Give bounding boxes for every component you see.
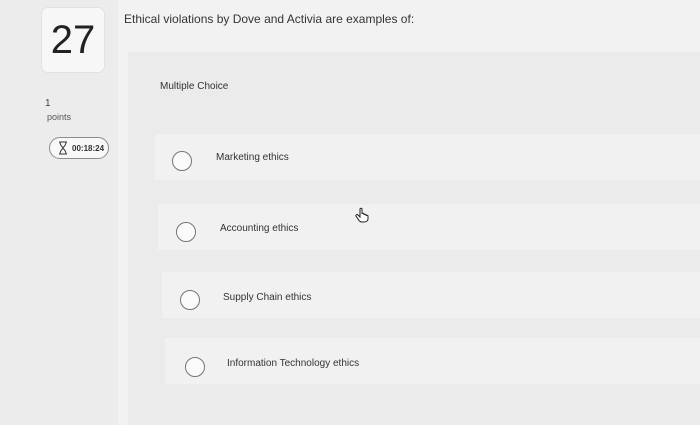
- question-number: 27: [42, 8, 104, 72]
- choice-option[interactable]: Information Technology ethics: [165, 338, 700, 384]
- hourglass-icon: [58, 141, 68, 155]
- choice-option[interactable]: Marketing ethics: [155, 134, 700, 180]
- timer-text: 00:18:24: [72, 143, 105, 153]
- question-type-label: Multiple Choice: [160, 81, 229, 92]
- hand-pointer-icon: [354, 207, 370, 223]
- choice-option[interactable]: Supply Chain ethics: [162, 272, 700, 318]
- choice-label[interactable]: Information Technology ethics: [227, 358, 359, 369]
- points-value: 1: [45, 98, 51, 109]
- radio-button[interactable]: [180, 290, 200, 310]
- radio-button[interactable]: [185, 357, 205, 377]
- timer-badge: 00:18:24: [49, 137, 109, 159]
- choice-label[interactable]: Accounting ethics: [220, 223, 298, 234]
- radio-button[interactable]: [172, 151, 192, 171]
- choice-option[interactable]: Accounting ethics: [158, 204, 700, 250]
- question-text: Ethical violations by Dove and Activia a…: [124, 12, 415, 26]
- choice-label[interactable]: Marketing ethics: [216, 152, 289, 163]
- points-label: points: [47, 112, 72, 122]
- radio-button[interactable]: [176, 222, 196, 242]
- question-number-text: 27: [50, 17, 96, 62]
- choice-label[interactable]: Supply Chain ethics: [223, 292, 311, 303]
- question-sidebar: 27 1 points 00:18:24: [0, 0, 118, 425]
